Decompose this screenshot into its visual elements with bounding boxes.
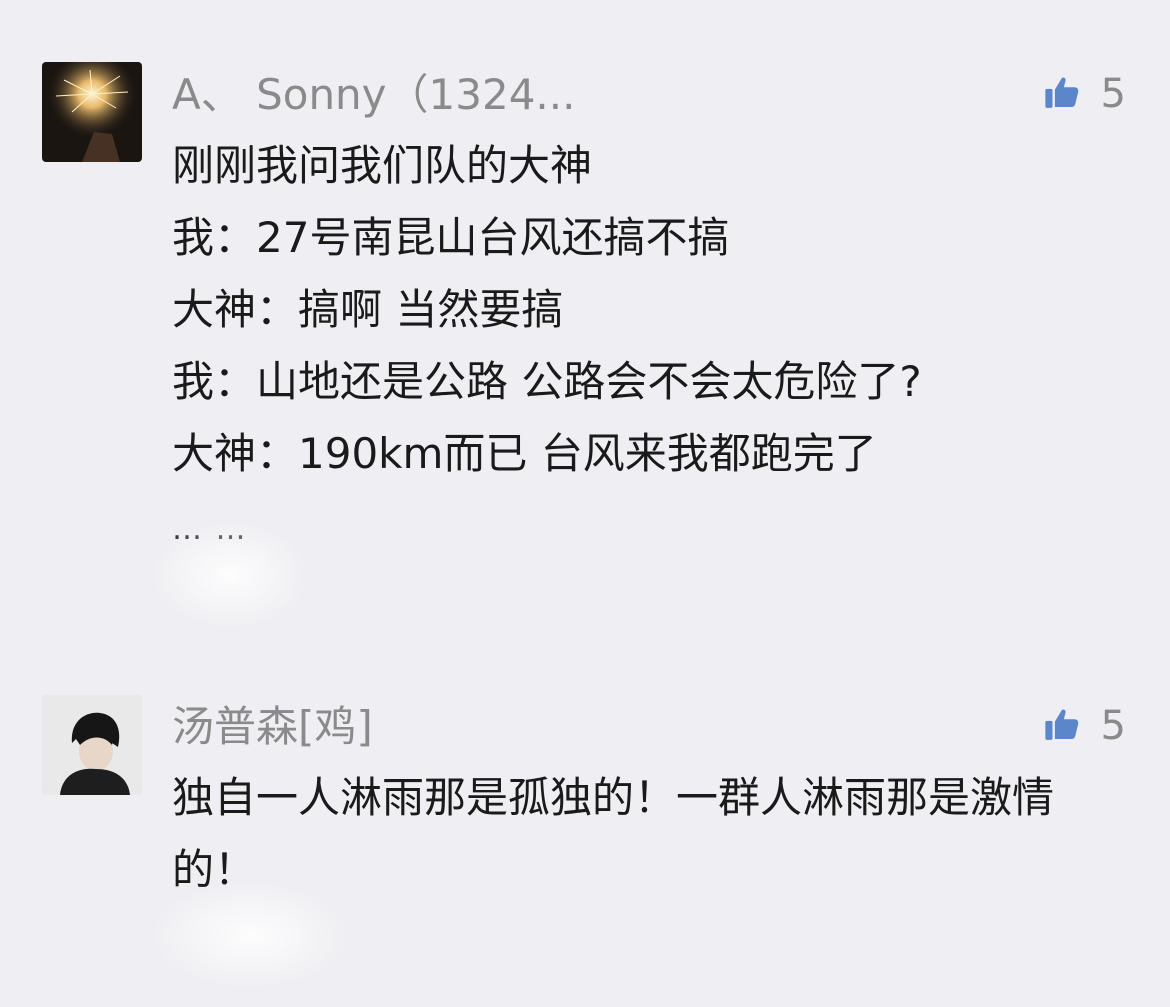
comment-line: 大神：190km而已 台风来我都跑完了 (172, 429, 877, 478)
comment-nickname[interactable]: A、 Sonny（1324... (172, 70, 575, 120)
person-avatar-icon[interactable] (42, 695, 142, 795)
comment-body: 刚刚我问我们队的大神 我：27号南昆山台风还搞不搞 大神：搞啊 当然要搞 我：山… (172, 130, 1112, 550)
like-button[interactable]: 5 (1043, 70, 1126, 118)
like-button[interactable]: 5 (1043, 702, 1126, 750)
comment-nickname[interactable]: 汤普森[鸡] (172, 702, 373, 752)
sparkler-avatar-icon[interactable] (42, 62, 142, 162)
comment-line: 大神：搞啊 当然要搞 (172, 285, 564, 334)
comment-line: 我：27号南昆山台风还搞不搞 (172, 213, 730, 262)
comment-item: 汤普森[鸡] 5 独自一人淋雨那是孤独的！一群人淋雨那是激情的！ (0, 640, 1170, 1007)
like-count: 5 (1100, 71, 1126, 117)
thumbs-up-icon (1043, 73, 1081, 115)
like-count: 5 (1100, 703, 1126, 749)
comment-item: A、 Sonny（1324... 5 刚刚我问我们队的大神 我：27号南昆山台风… (0, 0, 1170, 640)
comment-line: 刚刚我问我们队的大神 (172, 141, 593, 190)
comment-ellipsis: … … (172, 512, 248, 547)
comment-body: 独自一人淋雨那是孤独的！一群人淋雨那是激情的！ (172, 762, 1112, 906)
comment-line: 我：山地还是公路 公路会不会太危险了? (172, 357, 922, 406)
thumbs-up-icon (1043, 705, 1081, 747)
comment-text: 独自一人淋雨那是孤独的！一群人淋雨那是激情的！ (172, 773, 1055, 894)
